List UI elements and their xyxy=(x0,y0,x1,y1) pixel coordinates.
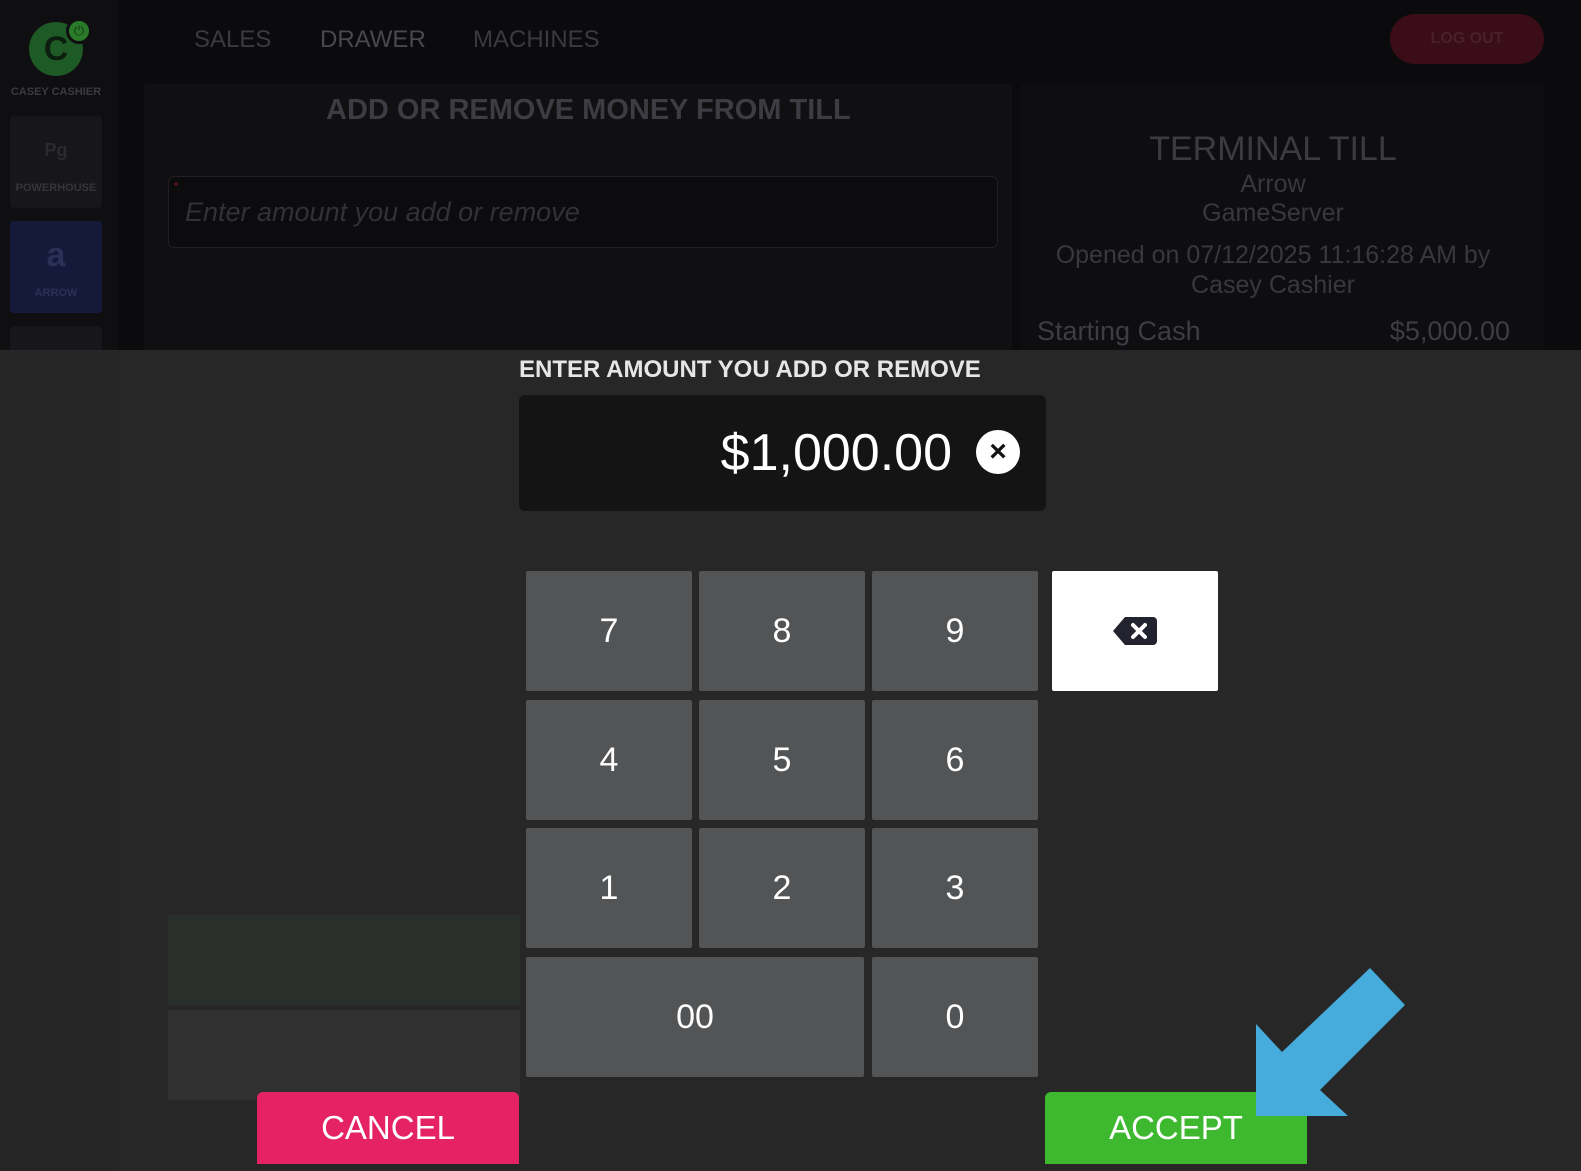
pointer-arrow-icon xyxy=(1256,968,1405,1116)
page-title: ADD OR REMOVE MONEY FROM TILL xyxy=(326,94,851,126)
sidebar-item-label: ARROW xyxy=(34,287,78,299)
logout-button[interactable]: LOG OUT xyxy=(1390,14,1544,64)
arrow-logo-icon: a xyxy=(46,236,66,274)
amount-value: $1,000.00 xyxy=(720,424,952,482)
key-5[interactable]: 5 xyxy=(699,700,865,820)
sidebar-item-arrow[interactable]: a ARROW xyxy=(10,221,102,313)
key-9[interactable]: 9 xyxy=(872,571,1038,691)
key-0[interactable]: 0 xyxy=(872,957,1038,1077)
sidebar-shadow xyxy=(0,350,118,1171)
till-title: TERMINAL TILL xyxy=(1149,130,1397,168)
key-7[interactable]: 7 xyxy=(526,571,692,691)
till-opened-info: Opened on 07/12/2025 11:16:28 AM by Case… xyxy=(1055,241,1491,299)
avatar-initial: C xyxy=(43,30,69,68)
clear-icon[interactable]: × xyxy=(976,430,1020,474)
tab-machines[interactable]: MACHINES xyxy=(473,26,600,54)
starting-cash-value: $5,000.00 xyxy=(1389,316,1510,346)
required-indicator xyxy=(174,182,178,186)
dialog-label: ENTER AMOUNT YOU ADD OR REMOVE xyxy=(519,356,981,383)
cancel-button[interactable]: CANCEL xyxy=(257,1092,519,1164)
tab-drawer[interactable]: DRAWER xyxy=(320,26,426,54)
tab-sales[interactable]: SALES xyxy=(194,26,271,54)
powerhouse-icon: Pg xyxy=(44,140,68,160)
user-name: CASEY CASHIER xyxy=(10,86,102,98)
key-00[interactable]: 00 xyxy=(526,957,864,1077)
background-shadow xyxy=(168,1010,520,1100)
amount-input[interactable] xyxy=(168,176,998,248)
key-8[interactable]: 8 xyxy=(699,571,865,691)
amount-display: $1,000.00 × xyxy=(519,395,1046,511)
key-4[interactable]: 4 xyxy=(526,700,692,820)
sidebar-item-label: POWERHOUSE xyxy=(15,182,97,194)
key-1[interactable]: 1 xyxy=(526,828,692,948)
backspace-icon xyxy=(1113,617,1157,645)
app-window: C ⏻ CASEY CASHIER Pg POWERHOUSE a ARROW … xyxy=(0,0,1581,1171)
background-shadow xyxy=(168,915,520,1005)
backspace-button[interactable] xyxy=(1052,571,1218,691)
sidebar-item-powerhouse[interactable]: Pg POWERHOUSE xyxy=(10,116,102,208)
power-icon: ⏻ xyxy=(66,18,92,44)
starting-cash-label: Starting Cash xyxy=(1037,316,1201,346)
top-nav: SALES DRAWER MACHINES LOG OUT xyxy=(118,0,1581,80)
key-2[interactable]: 2 xyxy=(699,828,865,948)
till-server: GameServer xyxy=(1202,199,1344,227)
key-6[interactable]: 6 xyxy=(872,700,1038,820)
key-3[interactable]: 3 xyxy=(872,828,1038,948)
till-name: Arrow xyxy=(1240,170,1306,198)
